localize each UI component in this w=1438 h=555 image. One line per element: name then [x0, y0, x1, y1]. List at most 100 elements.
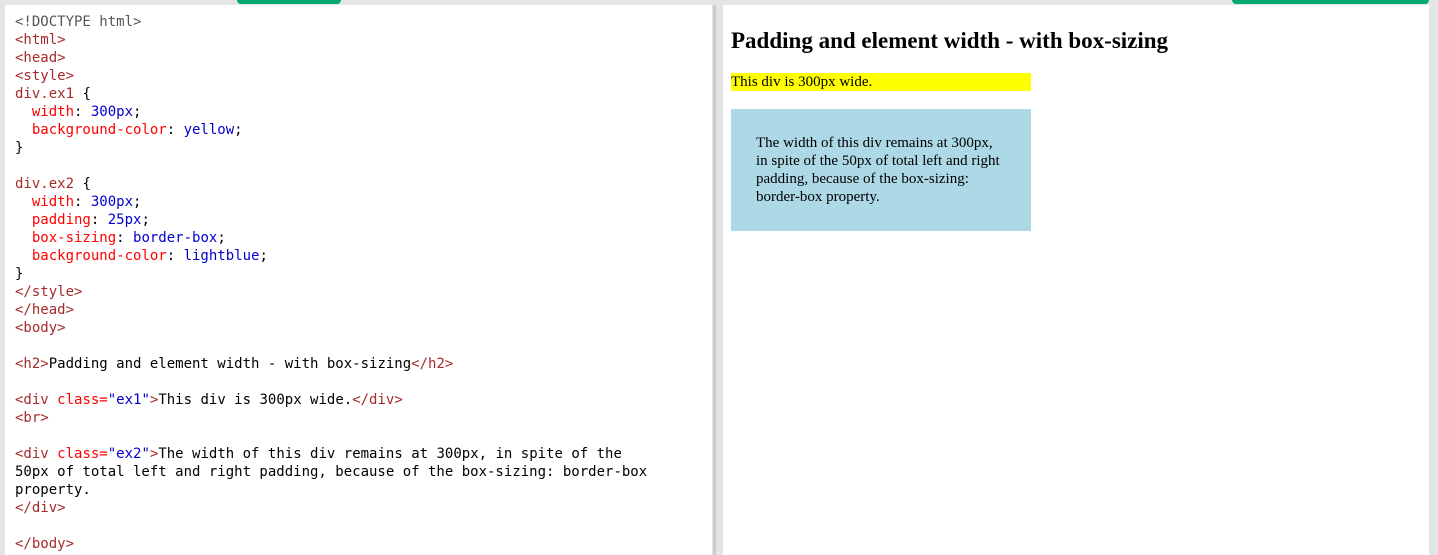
- code-line: ​: [15, 427, 647, 445]
- code-token: </body>: [15, 536, 75, 552]
- code-token: <html>: [15, 32, 66, 48]
- code-line: <head>: [15, 49, 647, 67]
- code-line: <style>: [15, 67, 647, 85]
- code-line: <html>: [15, 31, 647, 49]
- code-line: <div class="ex1">This div is 300px wide.…: [15, 391, 647, 409]
- code-line: div.ex2 {: [15, 175, 647, 193]
- code-line: padding: 25px;: [15, 211, 647, 229]
- code-token: Padding and element width - with box-siz…: [48, 356, 412, 372]
- code-token: lightblue: [183, 248, 260, 264]
- code-token: width: [31, 104, 75, 120]
- code-token: class=: [57, 446, 108, 462]
- code-token: }: [15, 266, 24, 282]
- code-line: }: [15, 139, 647, 157]
- code-token: The width of this div remains at 300px, …: [158, 446, 622, 462]
- code-token: 25px: [107, 212, 142, 228]
- code-line: <br>: [15, 409, 647, 427]
- line-break: [731, 91, 1168, 109]
- code-token: div.ex2: [15, 176, 75, 192]
- code-token: 50px of total left and right padding, be…: [15, 464, 648, 480]
- code-line: box-sizing: border-box;: [15, 229, 647, 247]
- tryit-editor: <!DOCTYPE html> <html> <head> <style> div.ex…: [0, 0, 1438, 555]
- get-spaces-button[interactable]: [1232, 0, 1429, 4]
- code-token: ;: [259, 248, 268, 264]
- code-token: <!DOCTYPE html>: [15, 14, 142, 30]
- code-token: {: [74, 86, 91, 102]
- code-editor[interactable]: <!DOCTYPE html> <html> <head> <style> div.ex…: [15, 13, 647, 553]
- code-token: box-sizing: [31, 230, 117, 246]
- code-token: <h2>: [15, 356, 49, 372]
- code-token: :: [166, 122, 184, 138]
- code-token: </div>: [15, 500, 66, 516]
- code-editor-panel[interactable]: <!DOCTYPE html> <html> <head> <style> div.ex…: [5, 5, 712, 555]
- code-token: </head>: [15, 302, 75, 318]
- code-token: yellow: [183, 122, 235, 138]
- code-line: div.ex1 {: [15, 85, 647, 103]
- code-token: "ex1": [107, 392, 150, 408]
- code-token: :: [90, 212, 108, 228]
- code-token: {: [74, 176, 91, 192]
- code-token: :: [74, 104, 91, 120]
- code-token: border-box: [133, 230, 218, 246]
- code-line: 50px of total left and right padding, be…: [15, 463, 647, 481]
- code-token: <div: [15, 392, 58, 408]
- code-token: <style>: [15, 68, 75, 84]
- code-line: background-color: yellow;: [15, 121, 647, 139]
- code-token: <head>: [15, 50, 66, 66]
- code-line: <body>: [15, 319, 647, 337]
- code-token: ;: [217, 230, 226, 246]
- code-token: :: [116, 230, 134, 246]
- code-token: ;: [234, 122, 243, 138]
- code-token: "ex2": [107, 446, 150, 462]
- code-token: background-color: [31, 122, 167, 138]
- code-token: <body>: [15, 320, 66, 336]
- result-heading: Padding and element width - with box-siz…: [731, 28, 1169, 53]
- code-token: 300px: [90, 104, 134, 120]
- code-token: property.: [15, 482, 91, 498]
- code-token: <br>: [15, 410, 49, 426]
- code-line: <div class="ex2">The width of this div r…: [15, 445, 647, 463]
- code-line: ​: [15, 517, 647, 535]
- code-line: ​: [15, 337, 647, 355]
- code-line: property.: [15, 481, 647, 499]
- code-token: background-color: [31, 248, 167, 264]
- code-line: background-color: lightblue;: [15, 247, 647, 265]
- code-token: This div is 300px wide.: [158, 392, 353, 408]
- code-token: ;: [133, 194, 142, 210]
- result-document: Padding and element width - with box-siz…: [731, 5, 1168, 231]
- code-line: ​: [15, 373, 647, 391]
- run-button[interactable]: [237, 0, 341, 4]
- code-line: ​: [15, 157, 647, 175]
- code-line: <h2>Padding and element width - with box…: [15, 355, 647, 373]
- code-token: </style>: [15, 284, 83, 300]
- code-line: </body>: [15, 535, 647, 553]
- code-token: <div: [15, 446, 58, 462]
- code-token: class=: [57, 392, 108, 408]
- code-token: ;: [133, 104, 142, 120]
- code-token: :: [74, 194, 91, 210]
- ex1-div: This div is 300px wide.: [731, 73, 1031, 91]
- code-token: div.ex1: [15, 86, 75, 102]
- code-token: ;: [141, 212, 150, 228]
- ex2-div: The width of this div remains at 300px, …: [731, 109, 1031, 231]
- code-token: :: [166, 248, 184, 264]
- code-token: }: [15, 140, 24, 156]
- code-token: width: [31, 194, 75, 210]
- code-line: }: [15, 265, 647, 283]
- code-line: width: 300px;: [15, 103, 647, 121]
- code-token: </h2>: [411, 356, 454, 372]
- divider-bar[interactable]: [713, 5, 716, 555]
- code-line: </head>: [15, 301, 647, 319]
- code-token: 300px: [90, 194, 134, 210]
- code-line: </div>: [15, 499, 647, 517]
- panel-divider[interactable]: [712, 5, 723, 555]
- code-line: <!DOCTYPE html>: [15, 13, 647, 31]
- result-panel: Padding and element width - with box-siz…: [723, 5, 1429, 555]
- code-token: </div>: [352, 392, 403, 408]
